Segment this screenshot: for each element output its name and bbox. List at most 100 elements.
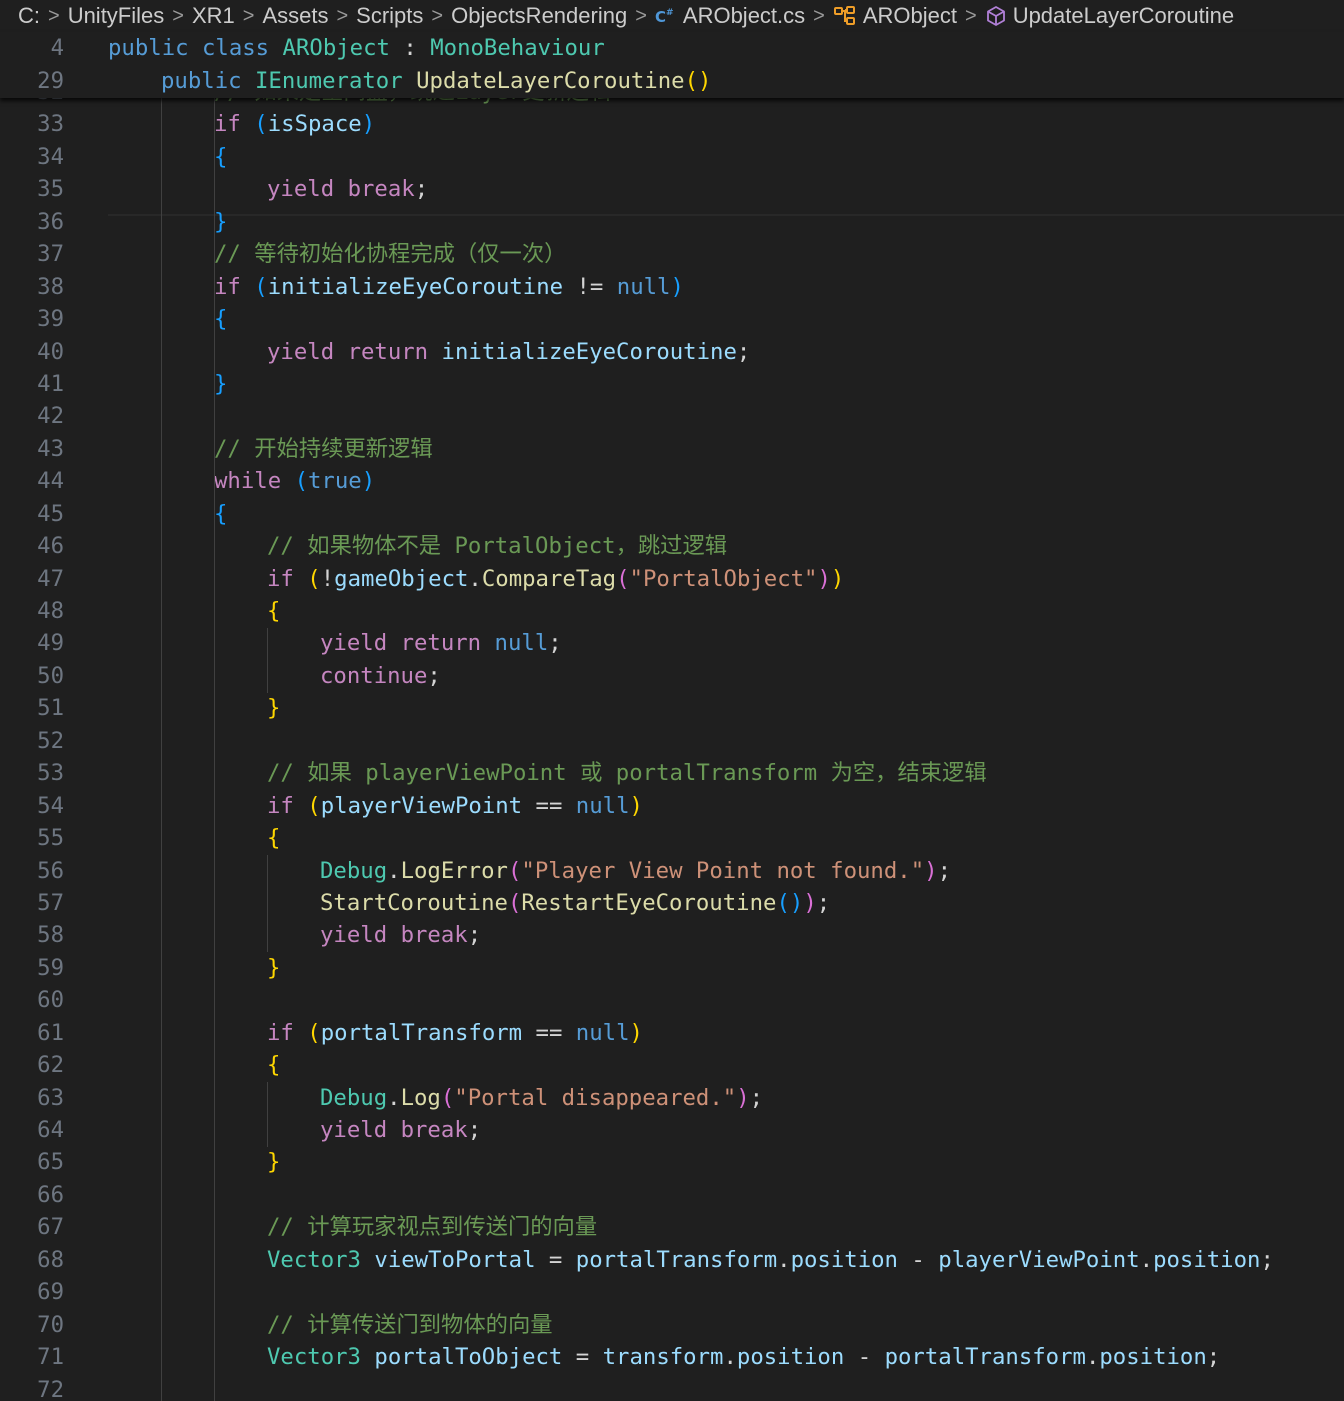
code-line[interactable]: 34 { — [0, 141, 1344, 173]
sticky-scroll-header[interactable]: 4 public class ARObject : MonoBehaviour 29… — [0, 32, 1344, 98]
code-token: yield — [320, 1117, 388, 1143]
code-line[interactable]: 52 — [0, 725, 1344, 757]
code-line[interactable]: 43 // 开始持续更新逻辑 — [0, 433, 1344, 465]
breadcrumb-item[interactable]: C # ARObject.cs — [655, 3, 805, 29]
code-line[interactable]: 47 if (!gameObject.CompareTag("PortalObje… — [0, 563, 1344, 595]
code-line[interactable]: 67 // 计算玩家视点到传送门的向量 — [0, 1211, 1344, 1243]
breadcrumb-item[interactable]: ARObject — [833, 3, 957, 29]
code-token: ( — [507, 857, 522, 884]
line-number: 51 — [37, 695, 64, 722]
code-token: return — [400, 630, 482, 657]
indent-guide — [214, 822, 215, 855]
code-text: yield break; — [267, 173, 428, 205]
code-line[interactable]: 64 yield break; — [0, 1114, 1344, 1146]
breadcrumb-label: C: — [18, 3, 40, 28]
code-line[interactable]: 62 { — [0, 1049, 1344, 1081]
code-line[interactable]: 54 if (playerViewPoint == null) — [0, 790, 1344, 822]
code-line[interactable]: 37 // 等待初始化协程完成（仅一次） — [0, 238, 1344, 270]
code-editor[interactable]: 32// 如果是空间盒，跳过Layer更新逻辑33if (isSpace)34{… — [0, 98, 1344, 1401]
line-number: 58 — [37, 922, 64, 949]
breadcrumb-item[interactable]: UpdateLayerCoroutine — [985, 3, 1234, 29]
code-line[interactable]: 35 yield break; — [0, 173, 1344, 205]
code-line[interactable]: 66 — [0, 1179, 1344, 1211]
code-token: ; — [427, 662, 441, 689]
breadcrumb-item[interactable]: Scripts — [356, 3, 423, 29]
code-line[interactable]: 48 { — [0, 595, 1344, 627]
code-line[interactable]: 4 public class ARObject : MonoBehaviour — [0, 32, 1344, 65]
code-line[interactable]: 60 — [0, 984, 1344, 1016]
breadcrumb-item[interactable]: XR1 — [192, 3, 235, 29]
breadcrumb-item[interactable]: UnityFiles — [68, 3, 165, 29]
code-line[interactable]: 68 Vector3 viewToPortal = portalTransform… — [0, 1244, 1344, 1276]
code-line[interactable]: 50 continue; — [0, 660, 1344, 692]
code-line[interactable]: 42 — [0, 400, 1344, 432]
code-token: . — [777, 1246, 791, 1273]
line-number: 50 — [37, 662, 64, 689]
code-line[interactable]: 45 { — [0, 498, 1344, 530]
code-token: Log — [400, 1084, 441, 1111]
code-token: initializeEyeCoroutine — [267, 273, 564, 300]
code-line[interactable]: 41} — [0, 368, 1344, 400]
code-line[interactable]: 49 yield return null; — [0, 627, 1344, 659]
breadcrumb-item[interactable]: C: — [18, 3, 40, 29]
code-text: if (isSpace) — [214, 108, 375, 140]
code-text: if (initializeEyeCoroutine != null) — [214, 271, 684, 303]
code-text: Debug.Log("Portal disappeared."); — [320, 1082, 763, 1114]
code-token: viewToPortal — [374, 1246, 536, 1273]
breadcrumb-item[interactable]: ObjectsRendering — [451, 3, 627, 29]
breadcrumb-label: ARObject.cs — [682, 3, 806, 28]
code-text: { — [214, 498, 227, 530]
code-line[interactable]: 40 yield return initializeEyeCoroutine; — [0, 336, 1344, 368]
code-text: // 等待初始化协程完成（仅一次） — [214, 238, 566, 270]
code-token: { — [214, 500, 228, 527]
code-line[interactable]: 61 if (portalTransform == null) — [0, 1017, 1344, 1049]
code-line[interactable]: 55 { — [0, 822, 1344, 854]
code-token: ) — [924, 857, 938, 884]
code-line[interactable]: 33 if (isSpace) — [0, 108, 1344, 140]
breadcrumb-item[interactable]: Assets — [262, 3, 328, 29]
code-line[interactable]: 70 // 计算传送门到物体的向量 — [0, 1309, 1344, 1341]
code-line[interactable]: 72 — [0, 1374, 1344, 1401]
indent-guide — [214, 1017, 215, 1050]
code-line[interactable]: 29 public IEnumerator UpdateLayerCoroutin… — [0, 65, 1344, 98]
line-number: 42 — [37, 403, 64, 430]
code-line[interactable]: 51} — [0, 692, 1344, 724]
breadcrumb-separator: > — [336, 4, 349, 27]
code-line[interactable]: 58 yield break; — [0, 919, 1344, 951]
code-token: playerViewPoint — [320, 792, 523, 819]
breadcrumb-label: UnityFiles — [67, 3, 165, 28]
indent-guide — [214, 627, 215, 661]
code-line[interactable]: 53 // 如果 playerViewPoint 或 portalTransfor… — [0, 757, 1344, 789]
code-token: . — [387, 1084, 401, 1111]
code-token: portalTransform — [320, 1019, 523, 1046]
code-token: yield — [267, 176, 335, 203]
code-line[interactable]: 32 // 如果是空间盒，跳过Layer更新逻辑 — [0, 98, 1344, 108]
code-line[interactable]: 39 { — [0, 303, 1344, 335]
breadcrumb-separator: > — [48, 4, 60, 27]
code-line[interactable]: 46 // 如果物体不是 PortalObject，跳过逻辑 — [0, 530, 1344, 562]
code-line[interactable]: 69 — [0, 1276, 1344, 1308]
code-token: : — [389, 35, 431, 61]
indent-guide — [214, 335, 215, 369]
indent-guide — [214, 1049, 215, 1082]
code-line[interactable]: 44 while (true) — [0, 465, 1344, 497]
code-token: Vector3 — [267, 1344, 361, 1371]
code-line[interactable]: 57 StartCoroutine(RestartEyeCoroutine()); — [0, 887, 1344, 919]
code-text: // 计算玩家视点到传送门的向量 — [267, 1211, 597, 1243]
code-line[interactable]: 63 Debug.Log("Portal disappeared."); — [0, 1082, 1344, 1114]
code-token: playerViewPoint — [938, 1246, 1140, 1273]
code-line[interactable]: 65} — [0, 1146, 1344, 1178]
indent-guide — [214, 530, 215, 563]
code-line[interactable]: 56 Debug.LogError("Player View Point not … — [0, 855, 1344, 887]
code-line[interactable]: 36} — [0, 206, 1344, 238]
breadcrumb-label: Assets — [262, 3, 329, 28]
code-line[interactable]: 59} — [0, 952, 1344, 984]
code-token: . — [1139, 1246, 1154, 1273]
code-token: initializeEyeCoroutine — [441, 338, 737, 365]
code-line[interactable]: 71 Vector3 portalToObject = transform.pos… — [0, 1341, 1344, 1373]
code-line[interactable]: 38 if (initializeEyeCoroutine != null) — [0, 271, 1344, 303]
